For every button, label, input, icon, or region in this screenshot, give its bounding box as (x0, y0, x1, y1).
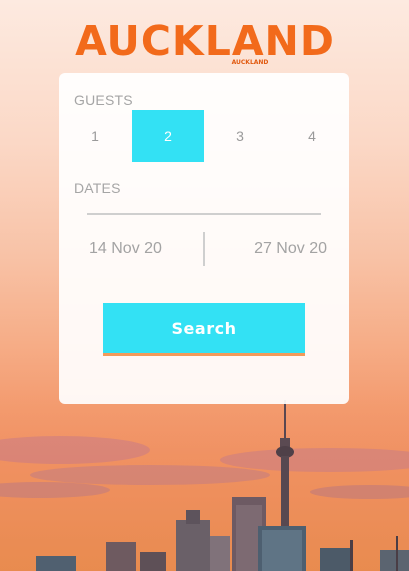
end-date-field[interactable]: 27 Nov 20 (237, 231, 327, 267)
search-button[interactable]: Search (103, 303, 305, 356)
guest-option-4[interactable]: 4 (276, 110, 348, 162)
date-separator (203, 232, 205, 266)
background: AUCKLAND AUCKLAND GUESTS 1 2 3 4 DATES 1… (0, 0, 409, 571)
booking-card: GUESTS 1 2 3 4 DATES 14 Nov 20 27 Nov 20… (59, 73, 349, 404)
dates-label: DATES (74, 180, 121, 196)
start-date-field[interactable]: 14 Nov 20 (89, 231, 199, 267)
guest-option-2-selected[interactable]: 2 (132, 110, 204, 162)
guests-label: GUESTS (74, 92, 133, 108)
guest-option-1[interactable]: 1 (59, 110, 131, 162)
city-skyline-image (0, 380, 409, 571)
guest-option-3[interactable]: 3 (204, 110, 276, 162)
guests-selector: 1 2 3 4 (59, 110, 349, 162)
auckland-logo[interactable]: AUCKLAND AUCKLAND (60, 18, 350, 70)
logo-subtext: AUCKLAND (231, 59, 269, 66)
logo-text: AUCKLAND (75, 17, 335, 65)
dates-divider-line (87, 213, 321, 215)
